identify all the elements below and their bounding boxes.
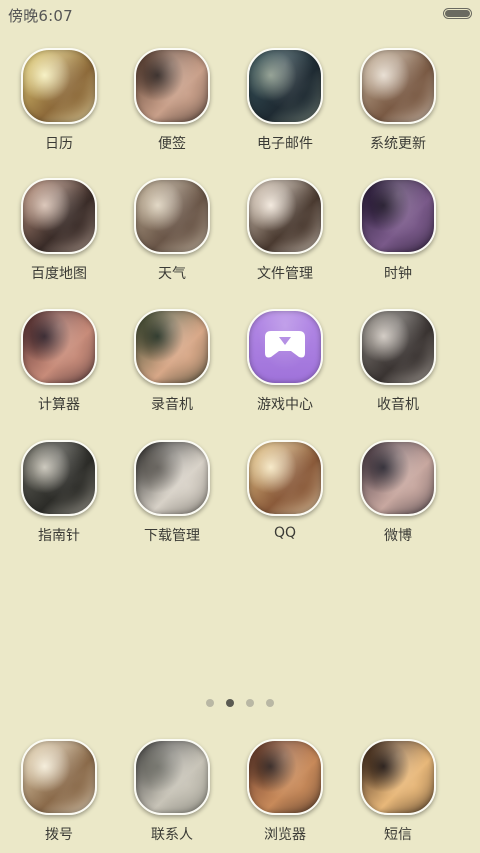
app-label: 指南针 <box>38 528 80 544</box>
app-label: 计算器 <box>38 397 80 413</box>
app-photo-icon[interactable] <box>134 178 210 254</box>
app-icon-12[interactable]: 指南针 <box>9 440 109 550</box>
app-label: 文件管理 <box>257 266 313 282</box>
app-label: QQ <box>273 525 297 541</box>
app-icon-11[interactable]: 收音机 <box>348 309 448 419</box>
app-photo-icon[interactable] <box>134 440 210 516</box>
app-label: 联系人 <box>151 827 193 843</box>
page-dot-1[interactable] <box>206 699 214 707</box>
app-label: 系统更新 <box>370 136 426 152</box>
app-icon-dock-1[interactable]: 联系人 <box>122 739 222 849</box>
page-indicator[interactable] <box>0 699 480 709</box>
app-photo-icon[interactable] <box>360 739 436 815</box>
app-icon-4[interactable]: 百度地图 <box>9 178 109 288</box>
app-icon-6[interactable]: 文件管理 <box>235 178 335 288</box>
app-label: 天气 <box>158 266 186 282</box>
app-label: 百度地图 <box>31 266 87 282</box>
app-photo-icon[interactable] <box>21 739 97 815</box>
app-label: 浏览器 <box>264 827 306 843</box>
app-label: 拨号 <box>45 827 73 843</box>
app-label: 游戏中心 <box>257 397 313 413</box>
app-icon-3[interactable]: 系统更新 <box>348 48 448 158</box>
app-photo-icon[interactable] <box>21 440 97 516</box>
app-icon-5[interactable]: 天气 <box>122 178 222 288</box>
gamepad-glyph <box>265 331 305 358</box>
app-label: 日历 <box>45 136 73 152</box>
app-icon-dock-3[interactable]: 短信 <box>348 739 448 849</box>
app-label: 便签 <box>158 136 186 152</box>
status-bar: 傍晚6:07 <box>0 0 480 28</box>
app-icon-dock-0[interactable]: 拨号 <box>9 739 109 849</box>
app-photo-icon[interactable] <box>134 309 210 385</box>
app-photo-icon[interactable] <box>360 309 436 385</box>
battery-icon <box>443 8 472 19</box>
app-icon-8[interactable]: 计算器 <box>9 309 109 419</box>
app-icon-dock-2[interactable]: 浏览器 <box>235 739 335 849</box>
app-icon-1[interactable]: 便签 <box>122 48 222 158</box>
page-dot-3[interactable] <box>246 699 254 707</box>
app-label: 短信 <box>384 827 412 843</box>
app-photo-icon[interactable] <box>360 178 436 254</box>
app-photo-icon[interactable] <box>21 48 97 124</box>
app-icon-0[interactable]: 日历 <box>9 48 109 158</box>
app-photo-icon[interactable] <box>247 739 323 815</box>
app-photo-icon[interactable] <box>134 739 210 815</box>
app-photo-icon[interactable] <box>360 440 436 516</box>
app-icon-10[interactable]: 游戏中心 <box>235 309 335 419</box>
app-label: 下载管理 <box>144 528 200 544</box>
app-icon-14[interactable]: QQ <box>235 440 335 550</box>
app-photo-icon[interactable] <box>134 48 210 124</box>
app-photo-icon[interactable] <box>21 178 97 254</box>
app-icon-15[interactable]: 微博 <box>348 440 448 550</box>
app-label: 收音机 <box>377 397 419 413</box>
page-dot-4[interactable] <box>266 699 274 707</box>
app-icon-7[interactable]: 时钟 <box>348 178 448 288</box>
app-label: 电子邮件 <box>257 136 313 152</box>
app-label: 时钟 <box>384 266 412 282</box>
app-photo-icon[interactable] <box>247 48 323 124</box>
page-dot-2[interactable] <box>226 699 234 707</box>
app-icon-9[interactable]: 录音机 <box>122 309 222 419</box>
app-photo-icon[interactable] <box>247 178 323 254</box>
app-icon-2[interactable]: 电子邮件 <box>235 48 335 158</box>
app-icon-13[interactable]: 下载管理 <box>122 440 222 550</box>
app-label: 微博 <box>384 528 412 544</box>
app-label: 录音机 <box>151 397 193 413</box>
app-photo-icon[interactable] <box>247 440 323 516</box>
app-photo-icon[interactable] <box>360 48 436 124</box>
gamepad-icon[interactable] <box>247 309 323 385</box>
status-time: 傍晚6:07 <box>8 7 73 25</box>
app-photo-icon[interactable] <box>21 309 97 385</box>
